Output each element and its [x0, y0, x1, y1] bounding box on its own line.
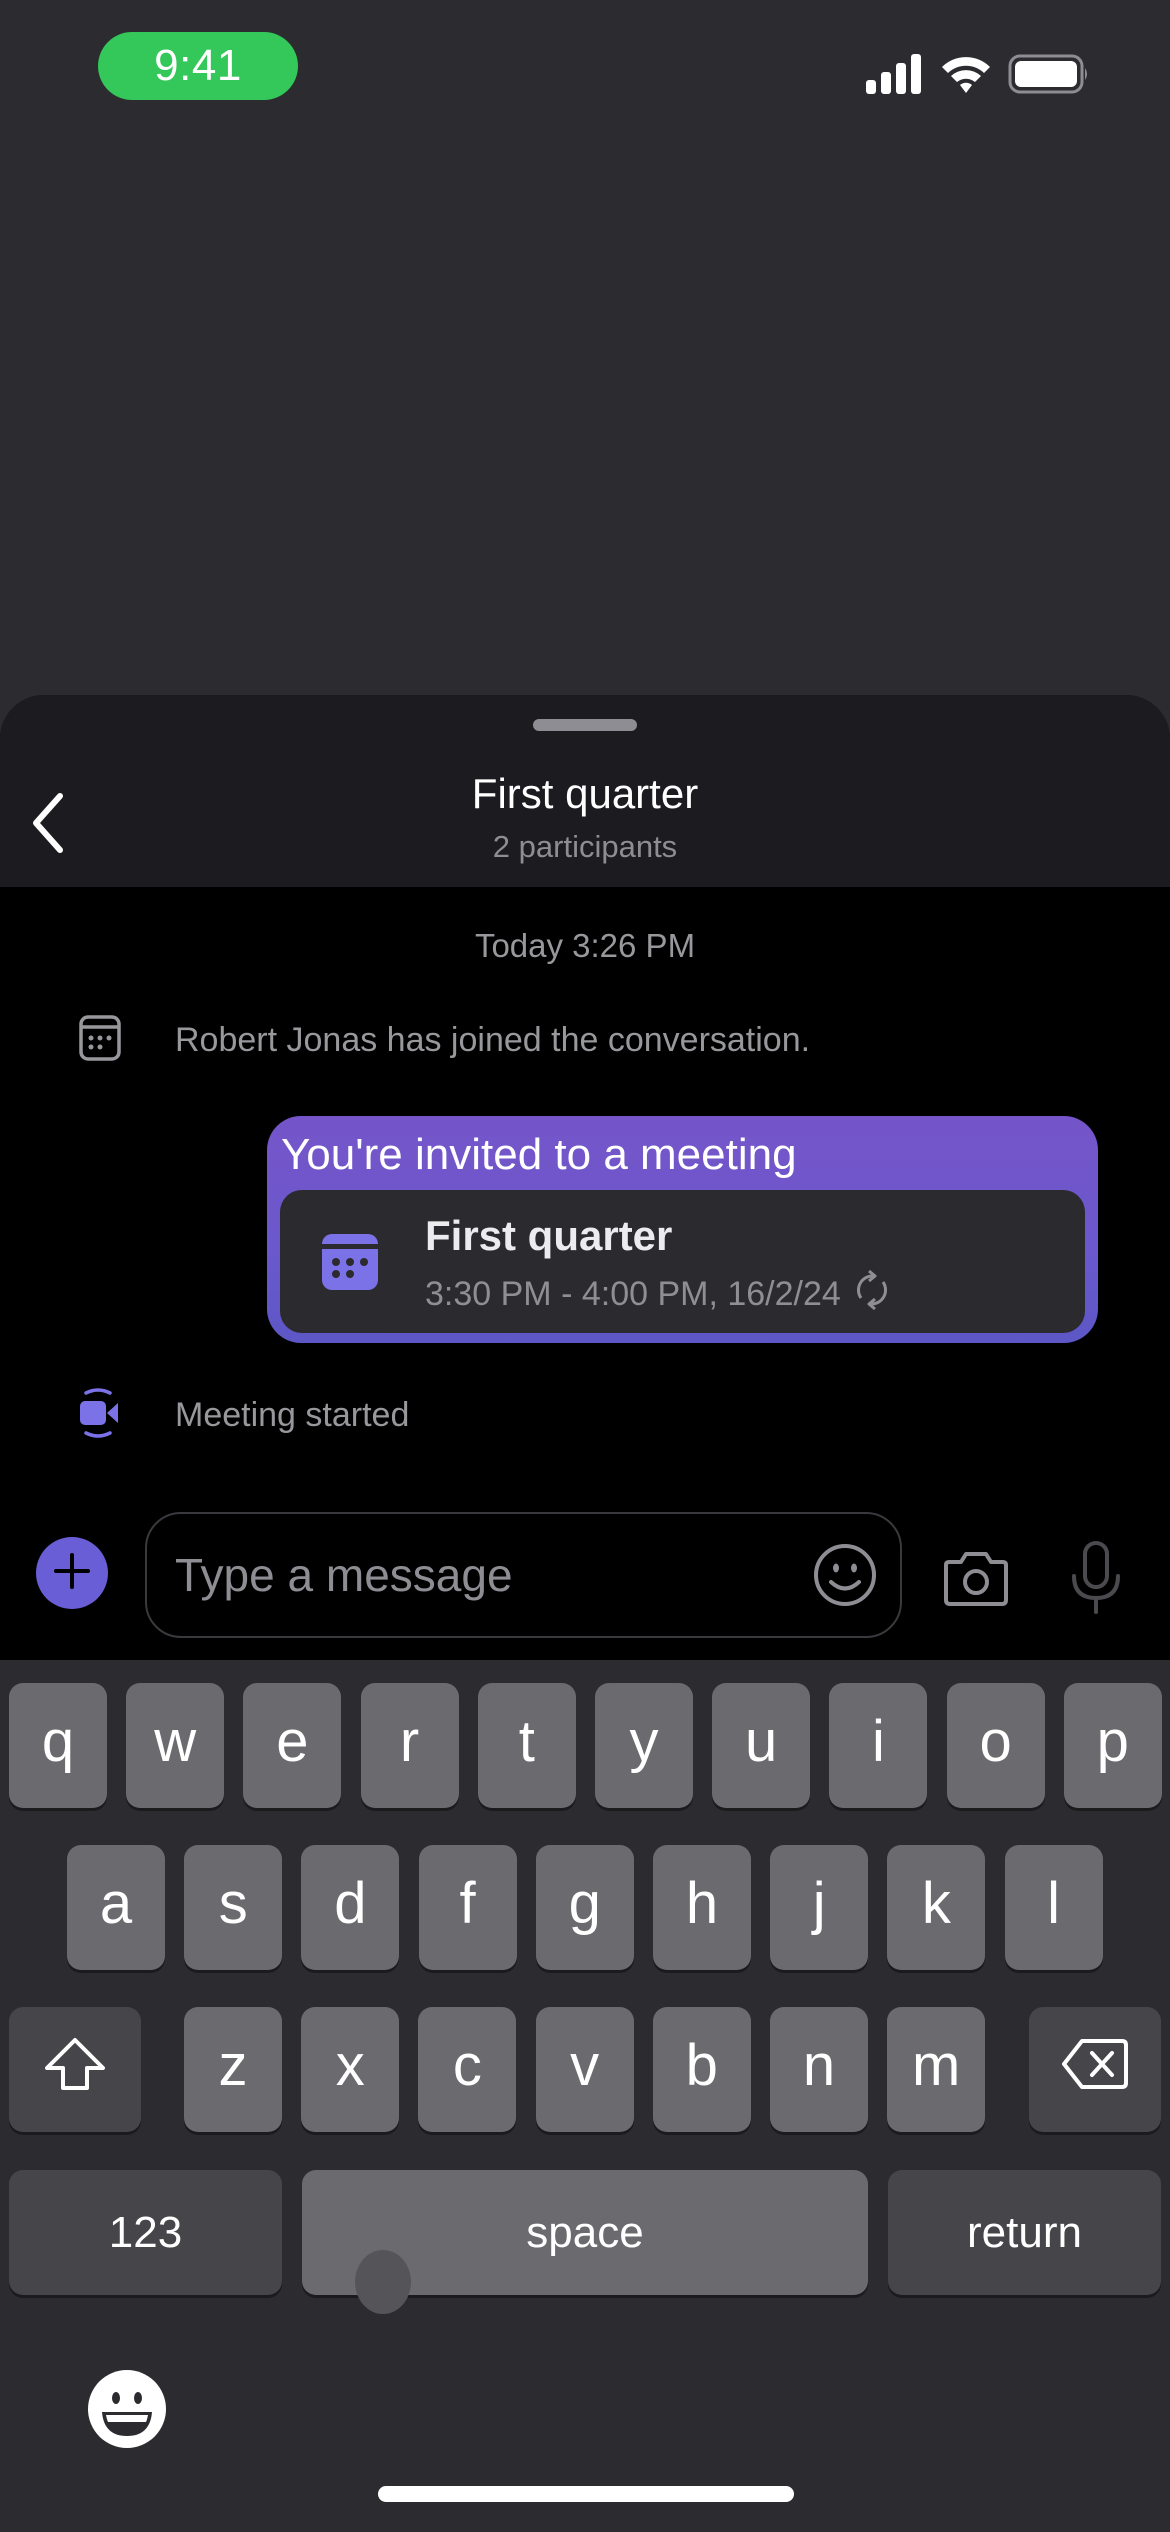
key-q[interactable]: q [9, 1683, 107, 1808]
key-label: l [1047, 1871, 1061, 1936]
calendar-icon [78, 1014, 122, 1067]
plus-icon [52, 1551, 92, 1596]
key-label: o [979, 1709, 1012, 1774]
key-v[interactable]: v [535, 2007, 634, 2132]
key-label: h [685, 1871, 719, 1936]
backspace-icon [1060, 2037, 1130, 2102]
key-s[interactable]: s [184, 1845, 283, 1970]
key-label: y [629, 1709, 659, 1774]
key-label: g [568, 1871, 601, 1936]
key-label: e [276, 1709, 309, 1774]
smiley-icon[interactable] [812, 1542, 878, 1608]
message-field[interactable] [145, 1512, 902, 1638]
key-n[interactable]: n [770, 2007, 868, 2132]
key-label: i [871, 1709, 885, 1774]
meeting-time-row: 3:30 PM - 4:00 PM, 16/2/24 [425, 1268, 891, 1321]
key-j[interactable]: j [770, 1845, 869, 1970]
key-i[interactable]: i [829, 1683, 928, 1808]
key-label: a [99, 1871, 133, 1936]
key-d[interactable]: d [301, 1845, 400, 1970]
system-message-text: Robert Jonas has joined the conversation… [175, 1020, 811, 1059]
wifi-icon [940, 54, 992, 99]
key-label: u [745, 1709, 778, 1774]
home-indicator[interactable] [378, 2486, 794, 2502]
key-m[interactable]: m [887, 2007, 986, 2132]
key-f[interactable]: f [418, 1845, 517, 1970]
key-a[interactable]: a [67, 1845, 165, 1970]
meeting-time: 3:30 PM - 4:00 PM, 16/2/24 [425, 1275, 841, 1313]
key-b[interactable]: b [652, 2007, 751, 2132]
key-u[interactable]: u [712, 1683, 811, 1808]
key-y[interactable]: y [595, 1683, 693, 1808]
status-bar: 9:41 [0, 0, 1170, 140]
system-message-text: Meeting started [175, 1395, 410, 1434]
keyboard: qwertyuiopasdfghjklzxcvbnm 123 space ret… [0, 1660, 1170, 2532]
key-p[interactable]: p [1063, 1683, 1162, 1808]
microphone-icon[interactable] [1068, 1540, 1124, 1616]
key-g[interactable]: g [535, 1845, 634, 1970]
system-message-meeting-started: Meeting started [78, 1385, 409, 1445]
meeting-card[interactable]: First quarter 3:30 PM - 4:00 PM, 16/2/24 [280, 1190, 1085, 1333]
status-icons [866, 53, 1090, 99]
conversation-header: First quarter 2 participants [0, 695, 1170, 887]
message-input[interactable] [175, 1514, 775, 1636]
key-r[interactable]: r [360, 1683, 459, 1808]
emoji-keyboard-icon[interactable] [86, 2368, 168, 2450]
key-label: z [218, 2033, 248, 2098]
key-label: t [518, 1709, 535, 1774]
key-z[interactable]: z [184, 2007, 282, 2132]
recurring-icon [853, 1268, 891, 1321]
video-call-icon [78, 1387, 122, 1444]
key-x[interactable]: x [301, 2007, 400, 2132]
key-c[interactable]: c [418, 2007, 517, 2132]
add-attachment-button[interactable] [36, 1537, 108, 1609]
key-label: r [399, 1709, 420, 1774]
key-w[interactable]: w [126, 1683, 225, 1808]
key-label: v [570, 2033, 600, 2098]
key-label: c [452, 2033, 482, 2098]
shift-icon [43, 2036, 107, 2103]
key-label: s [218, 1871, 248, 1936]
meeting-invite-bubble[interactable]: You're invited to a meeting First quarte… [267, 1116, 1098, 1343]
key-e[interactable]: e [243, 1683, 342, 1808]
battery-icon [1008, 54, 1090, 99]
key-label: w [154, 1709, 197, 1774]
touch-indicator [355, 2250, 411, 2314]
meeting-title: First quarter [425, 1212, 673, 1259]
key-t[interactable]: t [477, 1683, 576, 1808]
key-label: k [921, 1871, 951, 1936]
invite-heading: You're invited to a meeting [281, 1130, 797, 1179]
key-label: d [334, 1871, 367, 1936]
key-h[interactable]: h [653, 1845, 751, 1970]
numbers-key[interactable]: 123 [9, 2170, 282, 2295]
message-timestamp: Today 3:26 PM [474, 927, 696, 964]
key-label: q [41, 1709, 75, 1774]
key-l[interactable]: l [1004, 1845, 1103, 1970]
key-o[interactable]: o [946, 1683, 1045, 1808]
key-k[interactable]: k [887, 1845, 986, 1970]
status-time: 9:41 [98, 32, 298, 100]
key-label: p [1096, 1709, 1129, 1774]
return-key[interactable]: return [888, 2170, 1161, 2295]
conversation-title: First quarter [471, 770, 699, 817]
key-label: j [812, 1871, 826, 1936]
participants-count[interactable]: 2 participants [0, 829, 1170, 865]
key-label: b [685, 2033, 718, 2098]
key-label: m [912, 2033, 961, 2098]
key-label: f [459, 1871, 476, 1936]
calendar-icon [322, 1234, 378, 1290]
key-label: x [335, 2033, 365, 2098]
message-composer [0, 1490, 1170, 1660]
system-message-joined: Robert Jonas has joined the conversation… [78, 1010, 810, 1070]
shift-key[interactable] [9, 2007, 141, 2132]
cellular-signal-icon [866, 53, 924, 99]
sheet-grabber[interactable] [533, 719, 637, 731]
camera-icon[interactable] [943, 1548, 1009, 1608]
key-label: n [802, 2033, 836, 2098]
delete-key[interactable] [1029, 2007, 1161, 2132]
